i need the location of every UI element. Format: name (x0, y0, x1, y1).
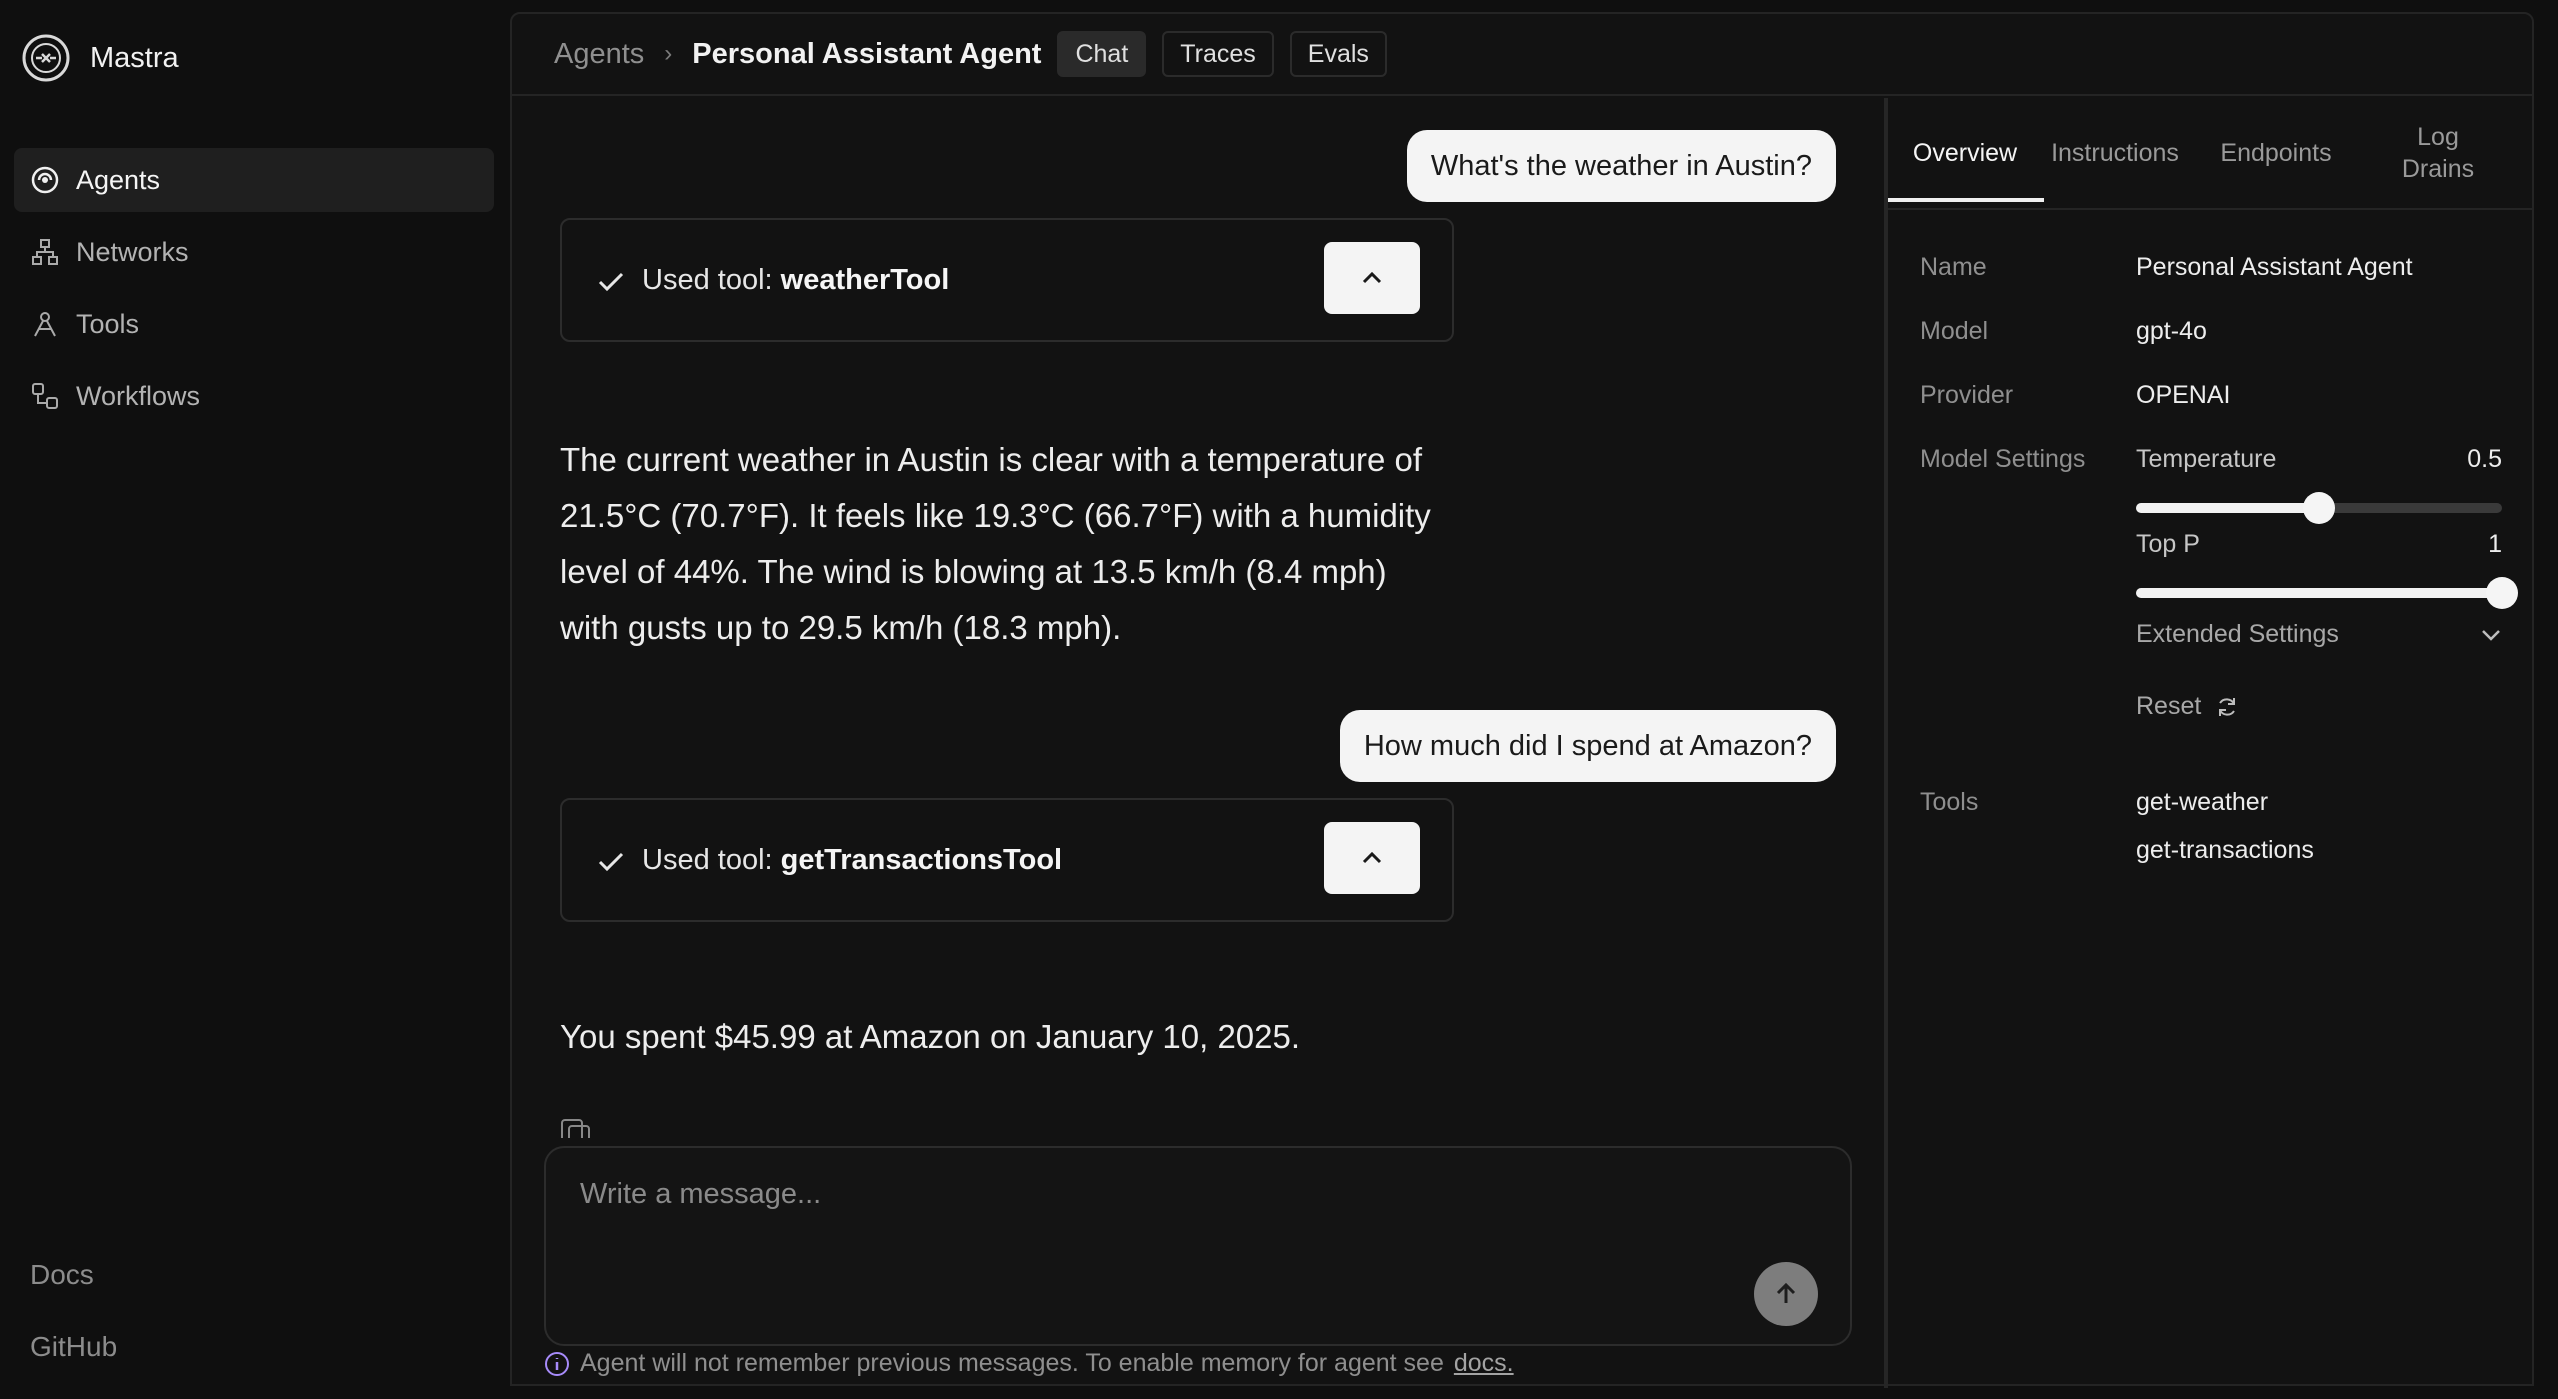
tab-instructions[interactable]: Instructions (2040, 137, 2190, 169)
temperature-slider[interactable] (2136, 492, 2502, 524)
tool-name: getTransactionsTool (780, 843, 1063, 876)
tool-call-card: Used tool: weatherTool (560, 218, 1454, 342)
sidebar-item-label: Workflows (76, 380, 201, 411)
tool-call-card: Used tool: getTransactionsTool (560, 798, 1454, 922)
top-bar: Agents › Personal Assistant Agent Chat T… (512, 14, 2532, 96)
copy-icon[interactable] (560, 1118, 592, 1138)
tool-item-get-weather[interactable]: get-weather (2136, 788, 2268, 817)
docs-inline-link[interactable]: docs. (1454, 1349, 1514, 1378)
workflows-icon (32, 383, 58, 409)
top-p-setting: Top P 1 (2136, 530, 2518, 610)
chevron-up-icon (1362, 271, 1382, 284)
memory-note-text: Agent will not remember previous message… (580, 1349, 1444, 1377)
tab-evals[interactable]: Evals (1289, 31, 1387, 77)
tool-call-label: Used tool: weatherTool (642, 263, 950, 296)
provider-label: Provider (1920, 381, 2014, 409)
provider-value: OPENAI (2136, 381, 2231, 409)
sidebar-item-tools[interactable]: Tools (14, 292, 494, 356)
main-panel: Agents › Personal Assistant Agent Chat T… (510, 12, 2534, 1388)
temperature-label: Temperature (2136, 445, 2277, 473)
tab-label: Log (2417, 123, 2459, 151)
message-composer (544, 1146, 1852, 1346)
agents-icon (31, 166, 59, 194)
mastra-logo-icon (22, 34, 70, 82)
breadcrumb-agents[interactable]: Agents (554, 38, 644, 71)
tools-label: Tools (1920, 788, 1979, 816)
app-name: Mastra (90, 41, 179, 74)
tab-endpoints[interactable]: Endpoints (2206, 137, 2346, 169)
extended-settings-label: Extended Settings (2136, 620, 2339, 648)
send-button[interactable] (1754, 1262, 1818, 1326)
top-p-label: Top P (2136, 530, 2200, 558)
sidebar: Mastra Agents Networks Tools Workflows D… (0, 0, 510, 1386)
chat-thread: What's the weather in Austin? Used tool:… (512, 98, 1884, 1388)
top-p-slider[interactable] (2136, 577, 2518, 609)
chevron-up-icon (1362, 851, 1382, 864)
name-value: Personal Assistant Agent (2136, 253, 2413, 281)
chevron-down-icon (2482, 629, 2500, 641)
docs-link[interactable]: Docs (30, 1255, 117, 1327)
check-icon (598, 852, 624, 872)
message-line: 21.5°C (70.7°F). It feels like 19.3°C (6… (560, 497, 1431, 534)
sidebar-item-agents[interactable]: Agents (14, 148, 494, 212)
message-line: with gusts up to 29.5 km/h (18.3 mph). (560, 609, 1122, 646)
tab-chat[interactable]: Chat (1057, 31, 1147, 77)
assistant-message: The current weather in Austin is clear w… (560, 432, 1431, 656)
temperature-value: 0.5 (2467, 445, 2502, 473)
message-input[interactable] (580, 1178, 1680, 1238)
panel-tabs: Overview Instructions Endpoints Log Drai… (1888, 98, 2534, 210)
slider-thumb[interactable] (2303, 492, 2335, 524)
message-line: level of 44%. The wind is blowing at 13.… (560, 553, 1387, 590)
memory-note: Agent will not remember previous message… (544, 1349, 1514, 1378)
model-label: Model (1920, 317, 1989, 345)
temperature-setting: Temperature 0.5 (2136, 445, 2502, 525)
info-icon (545, 1351, 569, 1376)
github-link[interactable]: GitHub (30, 1327, 117, 1399)
sidebar-footer: Docs GitHub (30, 1255, 117, 1399)
chevron-right-icon: › (664, 40, 673, 67)
sidebar-item-label: Agents (76, 164, 161, 195)
check-icon (598, 272, 624, 292)
user-message: What's the weather in Austin? (1406, 130, 1836, 202)
tool-item-get-transactions[interactable]: get-transactions (2136, 836, 2314, 865)
tab-label: Drains (2401, 155, 2475, 183)
extended-settings-toggle[interactable]: Extended Settings (2136, 620, 2502, 649)
page-title: Personal Assistant Agent (692, 37, 1042, 70)
tool-call-label: Used tool: getTransactionsTool (642, 843, 1063, 876)
tools-icon (34, 312, 56, 337)
arrow-up-icon (1776, 1282, 1796, 1303)
user-message: How much did I spend at Amazon? (1339, 710, 1836, 782)
collapse-tool-button[interactable] (1324, 822, 1420, 894)
reset-button[interactable]: Reset (2136, 692, 2239, 721)
agent-details-panel: Overview Instructions Endpoints Log Drai… (1888, 98, 2534, 1388)
sidebar-item-label: Networks (76, 236, 189, 267)
tab-traces[interactable]: Traces (1162, 31, 1274, 77)
sidebar-item-networks[interactable]: Networks (14, 220, 494, 284)
brand[interactable]: Mastra (22, 34, 179, 82)
model-settings-label: Model Settings (1920, 445, 2086, 473)
sidebar-nav: Agents Networks Tools Workflows (14, 148, 494, 436)
top-p-value: 1 (2488, 530, 2502, 558)
networks-icon (32, 239, 58, 265)
name-label: Name (1920, 253, 1987, 281)
tool-name: weatherTool (780, 263, 950, 296)
refresh-icon (2219, 697, 2236, 716)
active-tab-indicator (1888, 198, 2044, 202)
collapse-tool-button[interactable] (1324, 242, 1420, 314)
sidebar-item-label: Tools (76, 308, 140, 339)
tab-overview[interactable]: Overview (1906, 137, 2024, 169)
assistant-message: You spent $45.99 at Amazon on January 10… (560, 1009, 1300, 1065)
model-value: gpt-4o (2136, 317, 2207, 345)
message-line: You spent $45.99 at Amazon on January 10… (560, 1018, 1301, 1055)
sidebar-item-workflows[interactable]: Workflows (14, 364, 494, 428)
tab-log-drains[interactable]: Log Drains (2358, 121, 2518, 185)
reset-label: Reset (2136, 692, 2202, 720)
slider-thumb[interactable] (2486, 577, 2518, 609)
message-line: The current weather in Austin is clear w… (560, 441, 1423, 478)
